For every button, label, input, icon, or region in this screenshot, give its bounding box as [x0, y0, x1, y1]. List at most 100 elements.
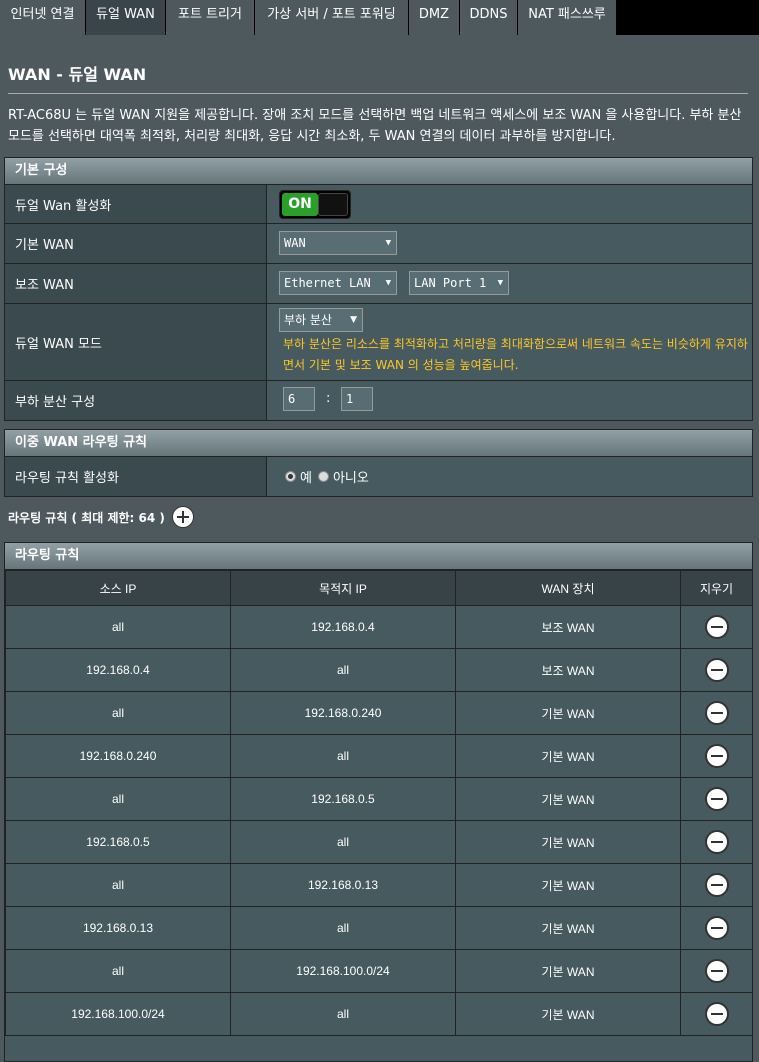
chevron-down-icon: ▼ — [350, 315, 357, 325]
tab-internet-connection[interactable]: 인터넷 연결 — [0, 0, 86, 35]
add-rule-button[interactable] — [172, 506, 194, 528]
col-destination-ip: 목적지 IP — [230, 570, 456, 606]
lb-separator: : — [326, 391, 331, 406]
table-row: all 192.168.100.0/24 기본 WAN — [5, 949, 752, 993]
delete-rule-button[interactable] — [704, 830, 729, 854]
chevron-down-icon: ▼ — [385, 278, 391, 288]
tab-dual-wan[interactable]: 듀얼 WAN — [86, 0, 166, 35]
col-source-ip: 소스 IP — [5, 570, 231, 606]
dual-wan-mode-select[interactable]: 부하 분산 ▼ — [279, 308, 363, 332]
wan-device-cell: 보조 WAN — [455, 605, 681, 649]
primary-wan-select[interactable]: WAN ▼ — [279, 231, 397, 255]
secondary-wan-value: Ethernet LAN — [284, 276, 371, 290]
delete-rule-button[interactable] — [704, 873, 729, 897]
delete-rule-button[interactable] — [704, 615, 729, 639]
destination-ip-cell: all — [230, 992, 456, 1036]
wan-device-cell: 기본 WAN — [455, 906, 681, 950]
delete-cell — [680, 648, 752, 692]
delete-rule-button[interactable] — [704, 701, 729, 725]
primary-wan-label: 기본 WAN — [5, 224, 267, 263]
destination-ip-cell: all — [230, 906, 456, 950]
col-wan-device: WAN 장치 — [455, 570, 681, 606]
routing-table-panel: 라우팅 규칙 소스 IP 목적지 IP WAN 장치 지우기 all 192.1… — [4, 542, 753, 1062]
delete-rule-button[interactable] — [704, 959, 729, 983]
dual-wan-mode-row: 듀얼 WAN 모드 부하 분산 ▼ 부하 분산은 리소스를 최적화하고 처리량을… — [5, 304, 752, 381]
tab-virtual-server[interactable]: 가상 서버 / 포트 포워딩 — [255, 0, 409, 35]
table-row: all 192.168.0.240 기본 WAN — [5, 691, 752, 735]
source-ip-cell: 192.168.100.0/24 — [5, 992, 231, 1036]
primary-wan-value: WAN — [284, 236, 306, 250]
source-ip-cell: all — [5, 605, 231, 649]
dual-wan-mode-value: 부하 분산 — [284, 313, 332, 327]
table-header-row: 소스 IP 목적지 IP WAN 장치 지우기 — [5, 570, 752, 606]
routing-no-radio[interactable] — [317, 471, 329, 482]
routing-rules-limit: 라우팅 규칙 ( 최대 제한: 64 ) — [8, 511, 165, 525]
source-ip-cell: 192.168.0.13 — [5, 906, 231, 950]
delete-rule-button[interactable] — [704, 787, 729, 811]
table-row: all 192.168.0.4 보조 WAN — [5, 605, 752, 649]
routing-yes-label: 예 — [300, 471, 312, 486]
delete-rule-button[interactable] — [704, 916, 729, 940]
delete-rule-button[interactable] — [704, 744, 729, 768]
routing-no-label: 아니오 — [332, 471, 369, 486]
toggle-knob — [318, 193, 348, 216]
basic-config-panel: 기본 구성 듀얼 Wan 활성화 ON 기본 WAN WAN ▼ 보조 WAN — [4, 157, 753, 421]
main-content: WAN - 듀얼 WAN RT-AC68U 는 듀얼 WAN 지원을 제공합니다… — [0, 35, 759, 1062]
secondary-wan-select[interactable]: Ethernet LAN ▼ — [279, 271, 397, 295]
source-ip-cell: 192.168.0.240 — [5, 734, 231, 778]
tab-ddns[interactable]: DDNS — [460, 0, 518, 35]
load-balance-config-row: 부하 분산 구성 6 : 1 — [5, 381, 752, 420]
tab-dmz[interactable]: DMZ — [409, 0, 460, 35]
chevron-down-icon: ▼ — [497, 278, 503, 288]
destination-ip-cell: 192.168.0.5 — [230, 777, 456, 821]
table-row: all 192.168.0.5 기본 WAN — [5, 777, 752, 821]
destination-ip-cell: 192.168.0.240 — [230, 691, 456, 735]
toggle-on-label: ON — [282, 193, 318, 216]
source-ip-cell: all — [5, 949, 231, 993]
destination-ip-cell: all — [230, 734, 456, 778]
table-row: 192.168.0.13 all 기본 WAN — [5, 906, 752, 950]
table-row: all 192.168.0.13 기본 WAN — [5, 863, 752, 907]
delete-cell — [680, 777, 752, 821]
routing-yes-radio[interactable] — [285, 471, 296, 482]
destination-ip-cell: 192.168.100.0/24 — [230, 949, 456, 993]
wan-device-cell: 기본 WAN — [455, 777, 681, 821]
basic-config-header: 기본 구성 — [5, 158, 752, 185]
dual-wan-toggle[interactable]: ON — [279, 190, 351, 219]
wan-device-cell: 기본 WAN — [455, 734, 681, 778]
source-ip-cell: 192.168.0.4 — [5, 648, 231, 692]
title-divider — [8, 93, 748, 94]
routing-table-header: 라우팅 규칙 — [5, 543, 752, 570]
delete-cell — [680, 949, 752, 993]
destination-ip-cell: all — [230, 648, 456, 692]
source-ip-cell: 192.168.0.5 — [5, 820, 231, 864]
routing-enable-label: 라우팅 규칙 활성화 — [5, 457, 267, 496]
delete-cell — [680, 820, 752, 864]
wan-device-cell: 기본 WAN — [455, 691, 681, 735]
source-ip-cell: all — [5, 691, 231, 735]
primary-wan-row: 기본 WAN WAN ▼ — [5, 224, 752, 264]
secondary-port-value: LAN Port 1 — [414, 276, 487, 290]
wan-device-cell: 기본 WAN — [455, 949, 681, 993]
tab-nat-passthrough[interactable]: NAT 패스쓰루 — [518, 0, 617, 35]
destination-ip-cell: 192.168.0.4 — [230, 605, 456, 649]
lb-primary-input[interactable]: 6 — [283, 387, 315, 411]
routing-enable-row: 라우팅 규칙 활성화 예 아니오 — [5, 457, 752, 496]
delete-cell — [680, 906, 752, 950]
tab-port-trigger[interactable]: 포트 트리거 — [166, 0, 255, 35]
destination-ip-cell: all — [230, 820, 456, 864]
delete-cell — [680, 734, 752, 778]
delete-rule-button[interactable] — [704, 658, 729, 682]
load-balance-note: 부하 분산은 리소스를 최적화하고 처리량을 최대화함으로써 네트워크 속도는 … — [283, 337, 748, 372]
table-row: 192.168.0.240 all 기본 WAN — [5, 734, 752, 778]
wan-device-cell: 기본 WAN — [455, 820, 681, 864]
table-row: 192.168.100.0/24 all 기본 WAN — [5, 992, 752, 1036]
delete-cell — [680, 691, 752, 735]
delete-rule-button[interactable] — [704, 1002, 729, 1026]
dual-wan-enable-row: 듀얼 Wan 활성화 ON — [5, 185, 752, 224]
dual-wan-mode-label: 듀얼 WAN 모드 — [5, 304, 267, 380]
table-row: 192.168.0.5 all 기본 WAN — [5, 820, 752, 864]
secondary-port-select[interactable]: LAN Port 1 ▼ — [409, 271, 509, 295]
lb-secondary-input[interactable]: 1 — [341, 387, 373, 411]
table-row: 192.168.0.4 all 보조 WAN — [5, 648, 752, 692]
